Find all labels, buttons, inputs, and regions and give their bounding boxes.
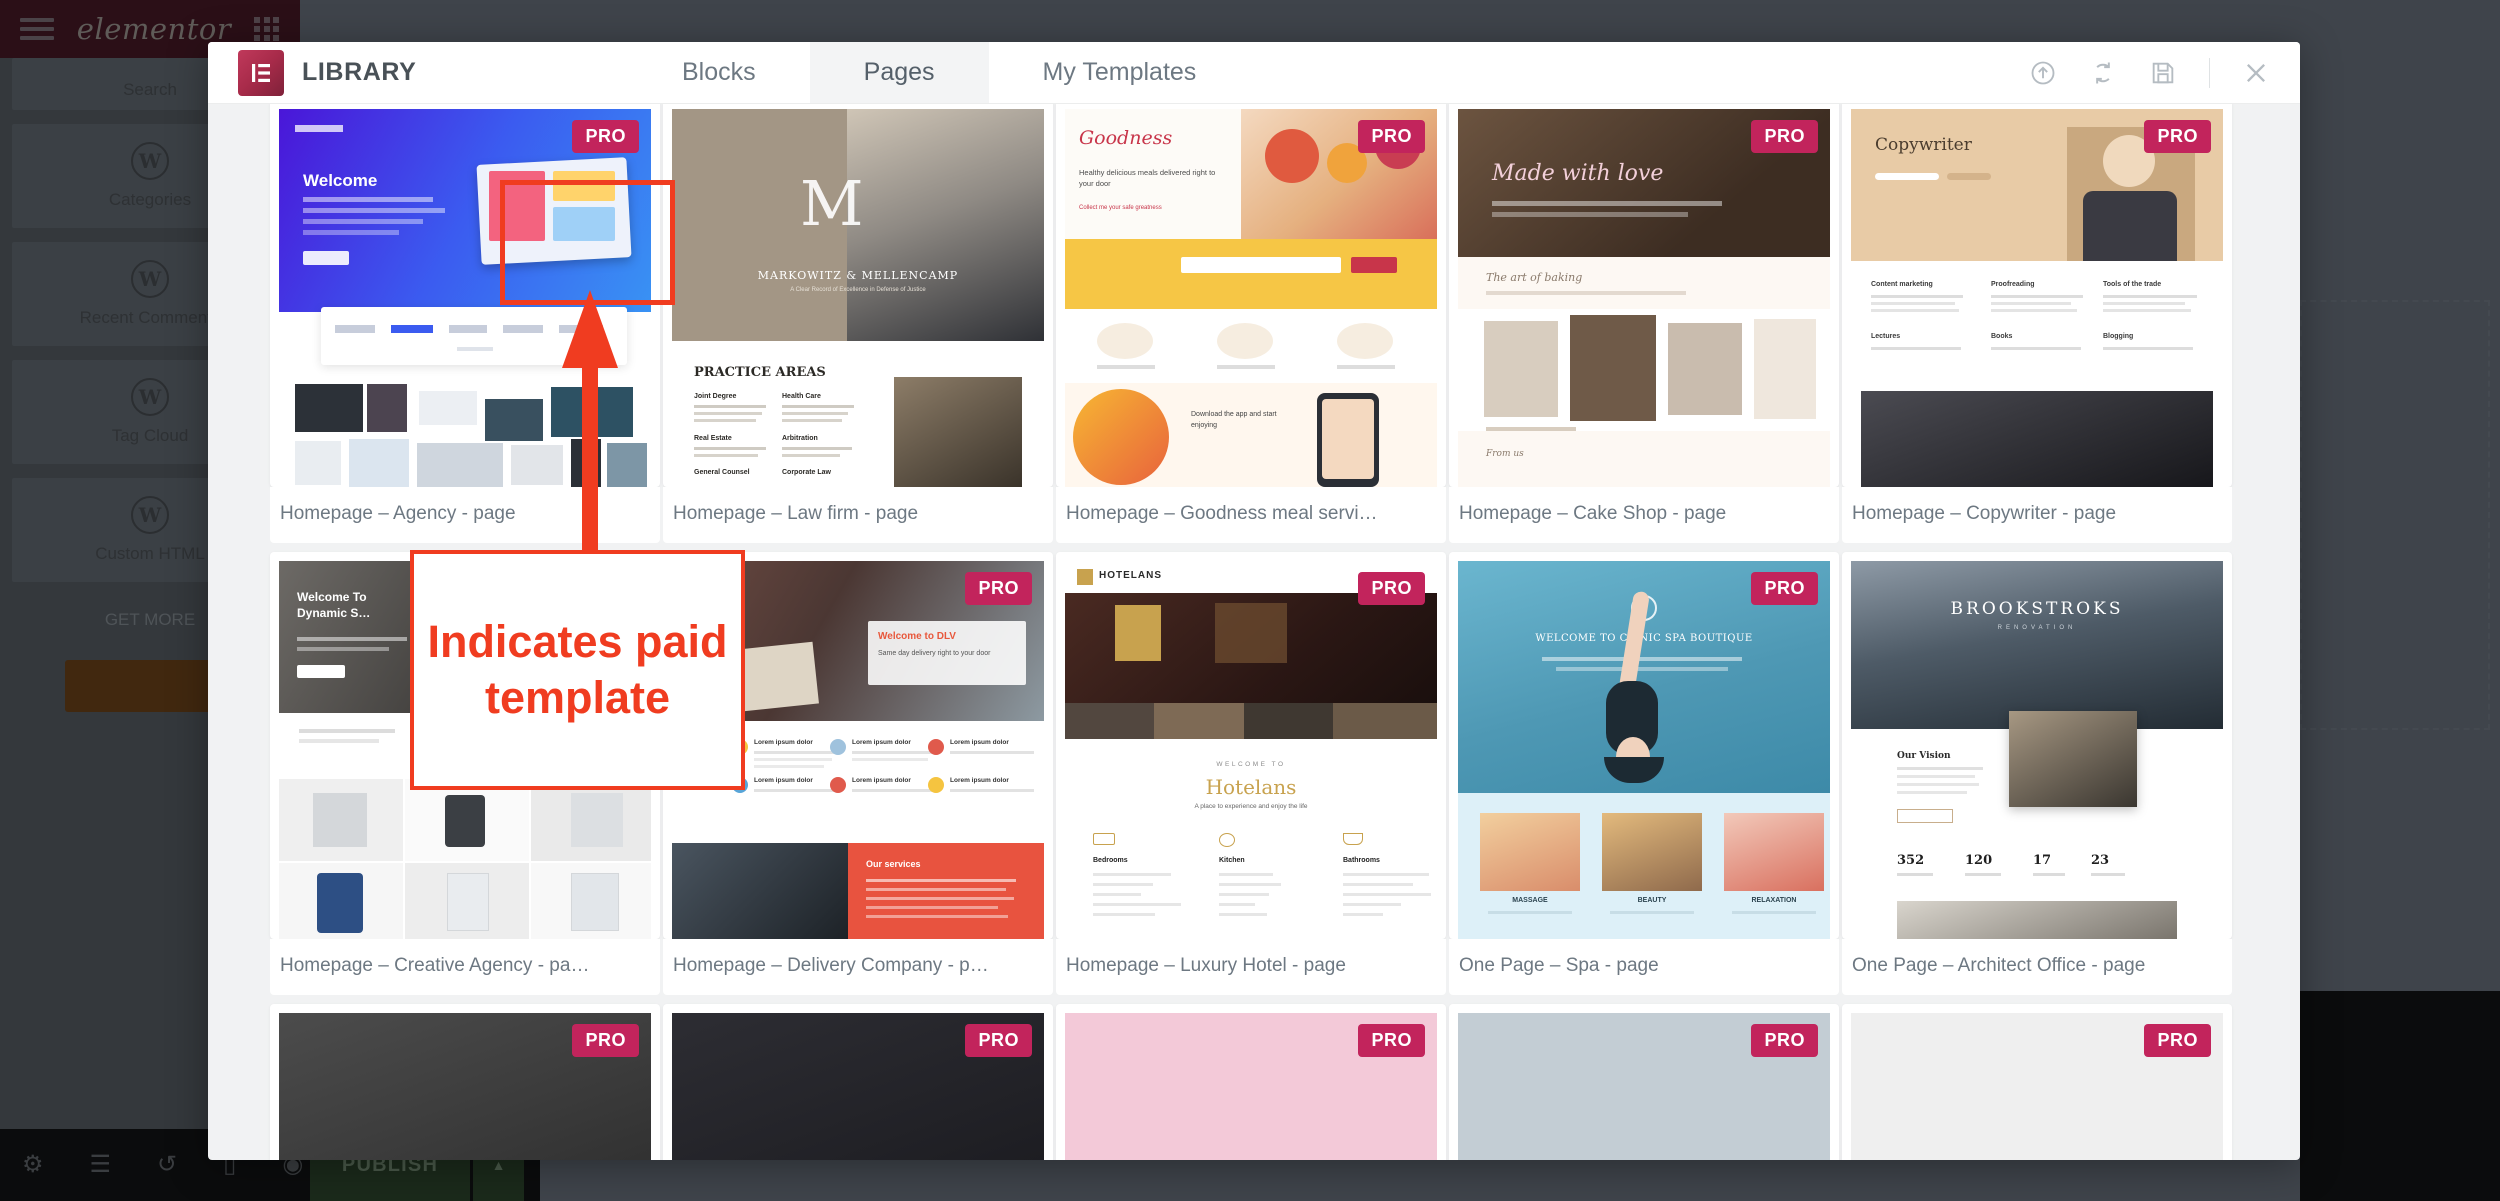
template-thumbnail: PRO [1065, 1013, 1437, 1160]
widget-label: Recent Comments [79, 308, 221, 327]
wordpress-icon: W [131, 142, 169, 180]
tab-pages[interactable]: Pages [809, 42, 989, 103]
template-thumbnail: WELCOME TO CLINIC SPA BOUTIQUE MASSAGE B… [1458, 561, 1830, 939]
thumb-goodness-tagline: Healthy delicious meals delivered right … [1079, 168, 1216, 189]
tab-blocks[interactable]: Blocks [628, 42, 810, 103]
pro-badge: PRO [1358, 1024, 1425, 1057]
thumb-hotel-welcome: Hotelans [1205, 775, 1297, 799]
header-divider [2209, 57, 2210, 88]
template-label: Homepage – Delivery Company - p… [663, 939, 1053, 995]
canvas-section-placeholder [2300, 300, 2490, 730]
template-thumbnail: Copywriter Content marketing Proofreadin… [1851, 109, 2223, 487]
template-thumbnail: PRO [1458, 1013, 1830, 1160]
pro-badge: PRO [2144, 1024, 2211, 1057]
template-card[interactable]: PRO [1449, 1004, 1839, 1160]
template-card[interactable]: BROOKSTROKS RENOVATION Our Vision 352 12… [1842, 552, 2232, 995]
template-card[interactable]: PRO [663, 1004, 1053, 1160]
history-icon[interactable]: ↺ [157, 1153, 177, 1177]
hamburger-icon[interactable] [20, 18, 54, 40]
pro-badge: PRO [965, 1024, 1032, 1057]
wordpress-icon: W [131, 496, 169, 534]
thumb-delivery-welcome: Welcome to DLV [878, 631, 956, 642]
thumb-cake-brand: Made with love [1492, 161, 1664, 186]
widget-label: Tag Cloud [111, 426, 189, 445]
library-brand: LIBRARY [208, 49, 628, 96]
tab-my-templates[interactable]: My Templates [989, 42, 1251, 103]
template-card[interactable]: HOTELANS WELCOME TO Hotelans A place to … [1056, 552, 1446, 995]
pro-badge: PRO [1751, 572, 1818, 605]
template-thumbnail: Made with love The art of baking From us [1458, 109, 1830, 487]
template-thumbnail: Goodness Healthy delicious meals deliver… [1065, 109, 1437, 487]
thumb-delivery-sub: Same day delivery right to your door [878, 650, 991, 657]
template-card[interactable]: Copywriter Content marketing Proofreadin… [1842, 104, 2232, 543]
template-label: Homepage – Creative Agency - pa… [270, 939, 660, 995]
canvas-dark-area [2300, 991, 2500, 1201]
template-thumbnail: BROOKSTROKS RENOVATION Our Vision 352 12… [1851, 561, 2223, 939]
thumb-hotel-brand: HOTELANS [1099, 570, 1162, 581]
library-header-actions [2029, 42, 2270, 103]
template-label: Homepage – Goodness meal servi… [1056, 487, 1446, 543]
widget-label: Custom HTML [95, 544, 205, 563]
wordpress-icon: W [131, 378, 169, 416]
sync-refresh-icon[interactable] [2089, 59, 2117, 87]
elementor-logo: elementor [76, 12, 232, 46]
library-tabs: Blocks Pages My Templates [628, 42, 1250, 103]
circle-arrow-up-icon[interactable] [2029, 59, 2057, 87]
annotation-callout-box: Indicates paid template [410, 550, 745, 790]
template-thumbnail: PRO [279, 1013, 651, 1160]
template-label: One Page – Architect Office - page [1842, 939, 2232, 995]
pro-badge: PRO [1751, 120, 1818, 153]
widget-label: Categories [108, 190, 192, 209]
annotation-callout-text: Indicates paid template [427, 615, 728, 723]
pro-badge: PRO [1358, 572, 1425, 605]
annotation-arrow [562, 290, 618, 560]
thumb-copywriter-brand: Copywriter [1875, 135, 1972, 155]
close-x-icon[interactable] [2242, 59, 2270, 87]
elementor-e-icon [238, 49, 284, 96]
page-title: LIBRARY [302, 58, 417, 86]
thumb-hotel-sub: A place to experience and enjoy the life [1194, 803, 1308, 810]
grid-apps-icon[interactable] [253, 17, 280, 41]
library-modal-header: LIBRARY Blocks Pages My Templates [208, 42, 2300, 104]
template-label: Homepage – Luxury Hotel - page [1056, 939, 1446, 995]
pro-badge: PRO [2144, 120, 2211, 153]
widget-label: Search [123, 80, 177, 99]
layers-icon[interactable]: ☰ [90, 1153, 112, 1177]
template-card[interactable]: PRO [1056, 1004, 1446, 1160]
template-card[interactable]: WELCOME TO CLINIC SPA BOUTIQUE MASSAGE B… [1449, 552, 1839, 995]
template-card[interactable]: PRO [1842, 1004, 2232, 1160]
thumb-architect-brand: BROOKSTROKS [1950, 599, 2124, 619]
pro-badge: PRO [1358, 120, 1425, 153]
wordpress-icon: W [131, 260, 169, 298]
gear-icon[interactable]: ⚙ [22, 1153, 44, 1177]
template-label: Homepage – Law firm - page [663, 487, 1053, 543]
template-label: One Page – Spa - page [1449, 939, 1839, 995]
template-card[interactable]: M MARKOWITZ & MELLENCAMP A Clear Record … [663, 104, 1053, 543]
thumb-goodness-brand: Goodness [1079, 127, 1173, 149]
template-card[interactable]: PRO [270, 1004, 660, 1160]
floppy-save-icon[interactable] [2149, 59, 2177, 87]
pro-badge: PRO [1751, 1024, 1818, 1057]
template-card[interactable]: Made with love The art of baking From us [1449, 104, 1839, 543]
template-card[interactable]: Goodness Healthy delicious meals deliver… [1056, 104, 1446, 543]
thumb-lawfirm-name: MARKOWITZ & MELLENCAMP [757, 269, 959, 282]
template-label: Homepage – Copywriter - page [1842, 487, 2232, 543]
thumb-delivery-services: Our services [866, 859, 921, 869]
pro-badge: PRO [965, 572, 1032, 605]
thumb-architect-vision: Our Vision [1897, 751, 1951, 761]
template-label: Homepage – Cake Shop - page [1449, 487, 1839, 543]
thumb-hotel-kicker: WELCOME TO [1216, 761, 1286, 768]
template-thumbnail: HOTELANS WELCOME TO Hotelans A place to … [1065, 561, 1437, 939]
template-thumbnail: PRO [1851, 1013, 2223, 1160]
thumb-lawfirm-section: PRACTICE AREAS [694, 365, 826, 380]
template-thumbnail: PRO [672, 1013, 1044, 1160]
pro-badge: PRO [572, 1024, 639, 1057]
thumb-spa-welcome: WELCOME TO CLINIC SPA BOUTIQUE [1535, 633, 1753, 644]
pro-badge: PRO [572, 120, 639, 153]
template-thumbnail: M MARKOWITZ & MELLENCAMP A Clear Record … [672, 109, 1044, 487]
